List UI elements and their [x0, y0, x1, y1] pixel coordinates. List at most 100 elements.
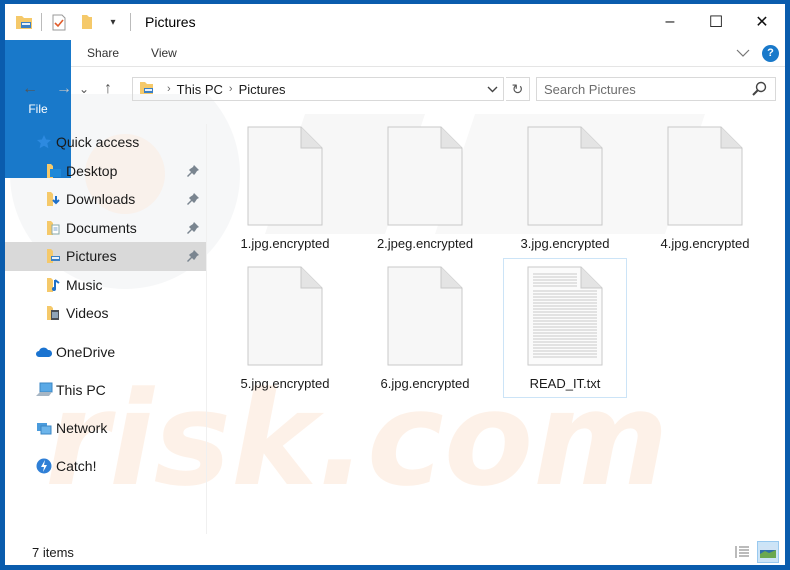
sidebar-item-documents[interactable]: Documents — [5, 214, 206, 243]
music-folder-icon — [45, 276, 63, 294]
sidebar-item-label: Music — [66, 276, 103, 293]
file-item[interactable]: 4.jpg.encrypted — [643, 122, 767, 260]
sidebar-item-label: Videos — [66, 305, 109, 322]
pictures-folder-icon — [139, 80, 155, 99]
sidebar-item-catch[interactable]: Catch! — [5, 452, 206, 480]
navigation-pane: Quick access Desktop Downloads Documents — [5, 128, 206, 538]
sidebar-item-label: Catch! — [56, 457, 97, 474]
large-icons-view-icon[interactable] — [757, 541, 779, 563]
breadcrumb-this-pc[interactable]: This PC — [177, 82, 223, 97]
sidebar-item-onedrive[interactable]: OneDrive — [5, 338, 206, 366]
maximize-button[interactable]: ☐ — [693, 4, 739, 40]
breadcrumb-separator[interactable]: › — [167, 83, 171, 95]
ribbon-right: ? — [736, 40, 785, 66]
text-file-icon — [527, 266, 603, 366]
expand-ribbon-icon[interactable] — [736, 44, 750, 62]
forward-button[interactable]: → — [51, 76, 77, 102]
address-dropdown-icon[interactable] — [481, 78, 503, 100]
sidebar-item-label: Pictures — [66, 248, 117, 265]
sidebar-item-videos[interactable]: Videos — [5, 299, 206, 328]
navigation-bar: ← → ⌄ ↑ › This PC › Pictures ↻ Search Pi… — [5, 67, 785, 111]
file-name: 3.jpg.encrypted — [520, 236, 610, 251]
pin-icon[interactable] — [186, 221, 200, 238]
tab-share[interactable]: Share — [71, 40, 135, 66]
star-icon — [35, 133, 53, 151]
sidebar-item-label: Quick access — [56, 134, 140, 151]
file-item[interactable]: 6.jpg.encrypted — [363, 262, 487, 400]
help-icon[interactable]: ? — [762, 44, 779, 62]
file-name: 4.jpg.encrypted — [660, 236, 750, 251]
title-bar: ▾ Pictures – ☐ ✕ — [5, 4, 785, 40]
up-button[interactable]: ↑ — [95, 76, 121, 102]
documents-folder-icon — [45, 219, 63, 237]
toolbar-separator — [130, 13, 131, 31]
recent-locations-button[interactable]: ⌄ — [77, 76, 91, 102]
breadcrumb-separator[interactable]: › — [229, 83, 233, 95]
blank-file-icon — [527, 126, 603, 226]
properties-folder-icon[interactable] — [13, 11, 35, 33]
pin-icon[interactable] — [186, 164, 200, 181]
item-count: 7 items — [32, 544, 74, 560]
quick-access-toolbar: ▾ — [5, 11, 137, 33]
sidebar-item-label: Downloads — [66, 191, 136, 208]
ribbon-tabs: File Home Share View ? — [5, 40, 785, 178]
file-item[interactable]: 1.jpg.encrypted — [223, 122, 347, 260]
catch-lightning-icon — [35, 457, 53, 475]
file-name: 5.jpg.encrypted — [240, 376, 330, 391]
sidebar-item-label: OneDrive — [56, 343, 116, 360]
file-item[interactable]: READ_IT.txt — [503, 258, 627, 398]
breadcrumb-pictures[interactable]: Pictures — [239, 82, 286, 97]
close-button[interactable]: ✕ — [739, 4, 785, 40]
back-button[interactable]: ← — [17, 76, 43, 102]
pictures-folder-icon — [45, 247, 63, 265]
customize-dropdown-icon[interactable]: ▾ — [102, 11, 124, 33]
pin-icon[interactable] — [186, 192, 200, 209]
blank-file-icon — [247, 126, 323, 226]
status-bar: 7 items — [5, 539, 785, 565]
search-icon[interactable] — [751, 81, 767, 100]
address-bar[interactable]: › This PC › Pictures — [132, 77, 504, 101]
file-name: READ_IT.txt — [529, 376, 601, 391]
details-view-icon[interactable] — [731, 541, 753, 563]
blank-file-icon — [247, 266, 323, 366]
videos-folder-icon — [45, 304, 63, 322]
toolbar-separator — [41, 13, 42, 31]
new-folder-icon[interactable] — [76, 11, 98, 33]
blank-file-icon — [387, 126, 463, 226]
minimize-button[interactable]: – — [647, 4, 693, 40]
window-title: Pictures — [145, 14, 196, 30]
file-item[interactable]: 2.jpeg.encrypted — [363, 122, 487, 260]
blank-file-icon — [667, 126, 743, 226]
sidebar-item-label: This PC — [56, 381, 106, 398]
sidebar-item-pictures[interactable]: Pictures — [5, 242, 206, 271]
sidebar-item-music[interactable]: Music — [5, 271, 206, 300]
onedrive-cloud-icon — [35, 343, 53, 361]
view-toggle — [731, 541, 779, 563]
pin-icon[interactable] — [186, 249, 200, 266]
sidebar-item-network[interactable]: Network — [5, 414, 206, 442]
sidebar-item-label: Documents — [66, 219, 137, 236]
sidebar-item-desktop[interactable]: Desktop — [5, 157, 206, 186]
refresh-button[interactable]: ↻ — [506, 77, 530, 101]
desktop-folder-icon — [45, 162, 63, 180]
file-list: 1.jpg.encrypted 2.jpeg.encrypted 3.jpg.e… — [223, 122, 783, 412]
sidebar-item-downloads[interactable]: Downloads — [5, 185, 206, 214]
file-item[interactable]: 5.jpg.encrypted — [223, 262, 347, 400]
search-input[interactable]: Search Pictures — [536, 77, 776, 101]
file-name: 6.jpg.encrypted — [380, 376, 470, 391]
sidebar-item-this-pc[interactable]: This PC — [5, 376, 206, 404]
search-placeholder: Search Pictures — [544, 81, 636, 97]
pane-divider[interactable] — [206, 124, 207, 534]
downloads-folder-icon — [45, 190, 63, 208]
checkmark-document-icon[interactable] — [48, 11, 70, 33]
sidebar-item-label: Desktop — [66, 162, 118, 179]
network-icon — [35, 419, 53, 437]
sidebar-item-quick-access[interactable]: Quick access — [5, 128, 206, 157]
file-name: 2.jpeg.encrypted — [376, 236, 474, 251]
blank-file-icon — [387, 266, 463, 366]
window-controls: – ☐ ✕ — [647, 4, 785, 40]
file-explorer-window: risk.com ▾ Pictures – ☐ ✕ File Home S — [5, 4, 785, 565]
tab-view[interactable]: View — [135, 40, 193, 66]
sidebar-item-label: Network — [56, 419, 108, 436]
file-item[interactable]: 3.jpg.encrypted — [503, 122, 627, 260]
